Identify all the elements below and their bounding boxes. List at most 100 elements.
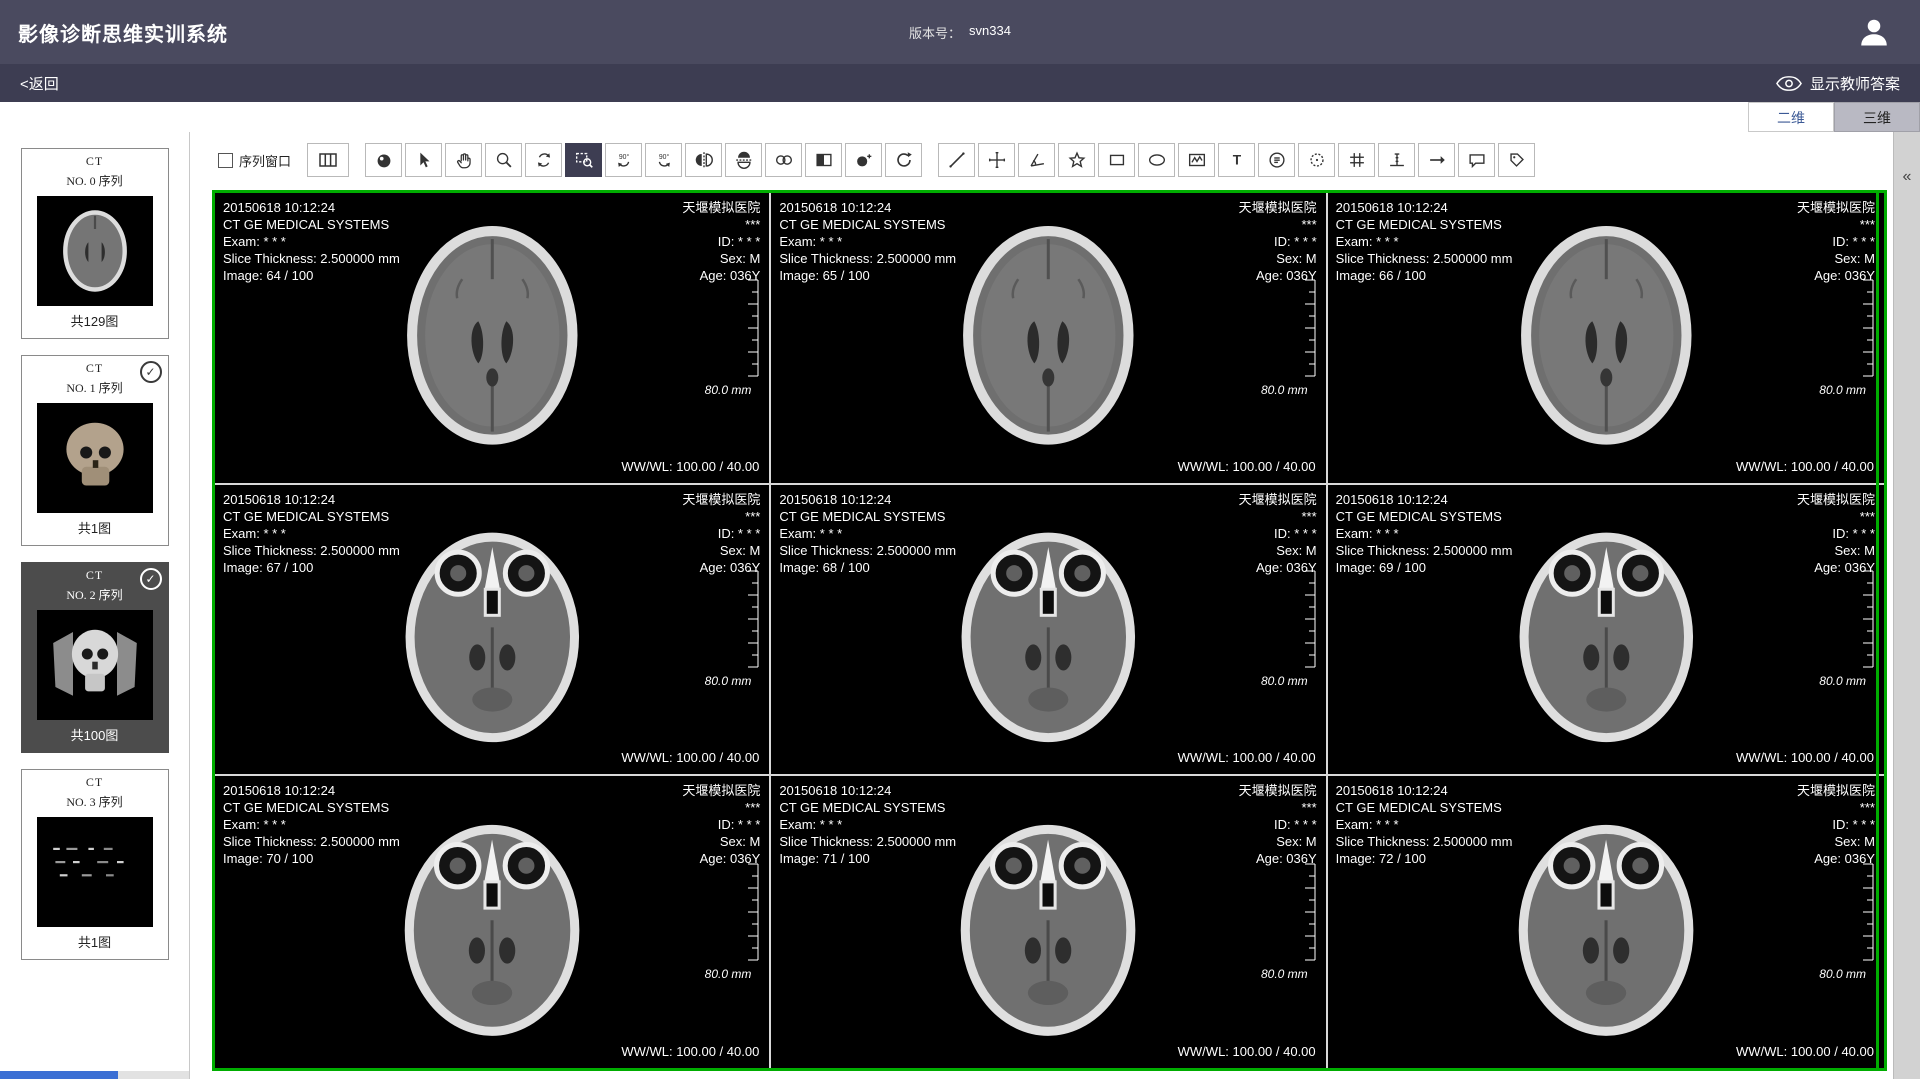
comment-tool-button[interactable] [1458,143,1495,177]
tab-2d[interactable]: 二维 [1748,102,1834,132]
skull-3d-thumb [37,403,153,513]
annotate-tool-button[interactable] [1258,143,1295,177]
sidebar-scrollbar-thumb[interactable] [0,1071,118,1079]
tag-tool-button[interactable] [1498,143,1535,177]
cell-thickness: Slice Thickness: 2.500000 mm [223,542,400,559]
cell-sex: Sex: M [1239,250,1317,267]
grid-tool-button[interactable] [1338,143,1375,177]
cell-info-top-left: 20150618 10:12:24 CT GE MEDICAL SYSTEMS … [223,491,400,576]
view-mode-tabs: 二维 三维 [0,102,1920,132]
main-area: 序列窗口 [190,132,1893,1079]
ellipse-tool-button[interactable] [1138,143,1175,177]
magnifier-icon [493,149,515,171]
cell-id: ID: * * * [1797,233,1875,250]
cell-patient: *** [1797,216,1875,233]
back-button[interactable]: <返回 [20,73,59,94]
cell-window-level: WW/WL: 100.00 / 40.00 [1736,1043,1874,1060]
cell-hospital: 天堰模拟医院 [1239,199,1317,216]
compare-button[interactable] [765,143,802,177]
viewer-cell[interactable]: 20150618 10:12:24 CT GE MEDICAL SYSTEMS … [771,193,1327,485]
cell-window-level: WW/WL: 100.00 / 40.00 [1736,458,1874,475]
ellipse-icon [1146,149,1168,171]
invert-button[interactable] [805,143,842,177]
cell-image-number: Image: 71 / 100 [779,850,956,867]
viewer-cell[interactable]: 20150618 10:12:24 CT GE MEDICAL SYSTEMS … [771,485,1327,777]
cell-device: CT GE MEDICAL SYSTEMS [223,508,400,525]
angle-tool-button[interactable] [1018,143,1055,177]
series-item[interactable]: CT NO. 0 序列 共129图 [21,148,169,339]
shutter-tool-button[interactable] [365,143,402,177]
cell-info-top-right: 天堰模拟医院 *** ID: * * * Sex: M Age: 036Y [1239,199,1317,284]
cell-info-top-left: 20150618 10:12:24 CT GE MEDICAL SYSTEMS … [779,199,956,284]
cell-patient: *** [682,508,760,525]
arrow-tool-button[interactable] [1418,143,1455,177]
text-tool-button[interactable]: T [1218,143,1255,177]
cell-info-top-right: 天堰模拟医院 *** ID: * * * Sex: M Age: 036Y [1797,782,1875,867]
cell-patient: *** [682,216,760,233]
cell-thickness: Slice Thickness: 2.500000 mm [1336,833,1513,850]
cell-sex: Sex: M [682,833,760,850]
cell-hospital: 天堰模拟医院 [682,199,760,216]
cell-datetime: 20150618 10:12:24 [779,199,956,216]
zoom-tool-button[interactable] [485,143,522,177]
cross-ruler-button[interactable] [978,143,1015,177]
layout-button[interactable] [307,143,349,177]
region-zoom-tool-button[interactable] [565,143,602,177]
toolbar: 序列窗口 [190,132,1893,188]
series-checked-icon: ✓ [140,361,162,383]
pan-tool-button[interactable] [445,143,482,177]
cell-exam: Exam: * * * [1336,525,1513,542]
cursor-icon [413,149,435,171]
roi-circle-tool-button[interactable] [1298,143,1335,177]
viewer-cell[interactable]: 20150618 10:12:24 CT GE MEDICAL SYSTEMS … [1328,776,1884,1068]
rotate-tool-button[interactable] [525,143,562,177]
rectangle-tool-button[interactable] [1098,143,1135,177]
cell-datetime: 20150618 10:12:24 [779,782,956,799]
show-answer-button[interactable]: 显示教师答案 [1776,73,1900,94]
viewer-cell[interactable]: 20150618 10:12:24 CT GE MEDICAL SYSTEMS … [215,485,771,777]
rotate-left-90-icon: 90° [613,149,635,171]
series-window-toggle[interactable]: 序列窗口 [218,151,291,170]
cell-device: CT GE MEDICAL SYSTEMS [223,799,400,816]
viewer-cell[interactable]: 20150618 10:12:24 CT GE MEDICAL SYSTEMS … [1328,485,1884,777]
cell-exam: Exam: * * * [1336,233,1513,250]
select-tool-button[interactable] [405,143,442,177]
tab-3d[interactable]: 三维 [1834,102,1920,132]
cell-window-level: WW/WL: 100.00 / 40.00 [1178,458,1316,475]
shutter-draw-button[interactable] [845,143,882,177]
viewer-cell[interactable]: 20150618 10:12:24 CT GE MEDICAL SYSTEMS … [771,776,1327,1068]
rectangle-icon [1106,149,1128,171]
calibrate-tool-button[interactable] [1378,143,1415,177]
collapse-panel-icon[interactable]: « [1903,168,1912,186]
flip-horizontal-button[interactable] [685,143,722,177]
star-tool-button[interactable] [1058,143,1095,177]
cross-icon [986,149,1008,171]
flip-vertical-button[interactable] [725,143,762,177]
viewer-cell[interactable]: 20150618 10:12:24 CT GE MEDICAL SYSTEMS … [215,776,771,1068]
scale-ruler: 80.0 mm [1261,863,1316,981]
line-tool-button[interactable] [938,143,975,177]
cell-hospital: 天堰模拟医院 [1797,199,1875,216]
rotate-left-90-button[interactable]: 90° [605,143,642,177]
scale-label: 80.0 mm [1819,383,1866,397]
cell-image-number: Image: 72 / 100 [1336,850,1513,867]
cell-sex: Sex: M [1797,833,1875,850]
cell-info-top-right: 天堰模拟医院 *** ID: * * * Sex: M Age: 036Y [682,199,760,284]
profile-tool-button[interactable] [1178,143,1215,177]
series-item[interactable]: ✓ CT NO. 1 序列 共1图 [21,355,169,546]
series-item[interactable]: CT NO. 3 序列 共1图 [21,769,169,960]
scale-ruler: 80.0 mm [705,570,760,688]
cell-image-number: Image: 66 / 100 [1336,267,1513,284]
svg-text:T: T [1232,153,1241,168]
viewer-cell[interactable]: 20150618 10:12:24 CT GE MEDICAL SYSTEMS … [215,193,771,485]
cell-info-top-right: 天堰模拟医院 *** ID: * * * Sex: M Age: 036Y [1239,491,1317,576]
series-window-checkbox[interactable] [218,153,233,168]
reset-button[interactable] [885,143,922,177]
series-thumbnail [37,817,153,927]
series-item[interactable]: ✓ CT NO. 2 序列 共100图 [21,562,169,753]
annotation-tools-group: T [938,143,1535,177]
viewer-cell[interactable]: 20150618 10:12:24 CT GE MEDICAL SYSTEMS … [1328,193,1884,485]
rotate-right-90-button[interactable]: 90° [645,143,682,177]
user-avatar-icon[interactable] [1854,12,1894,52]
reset-icon [893,149,915,171]
